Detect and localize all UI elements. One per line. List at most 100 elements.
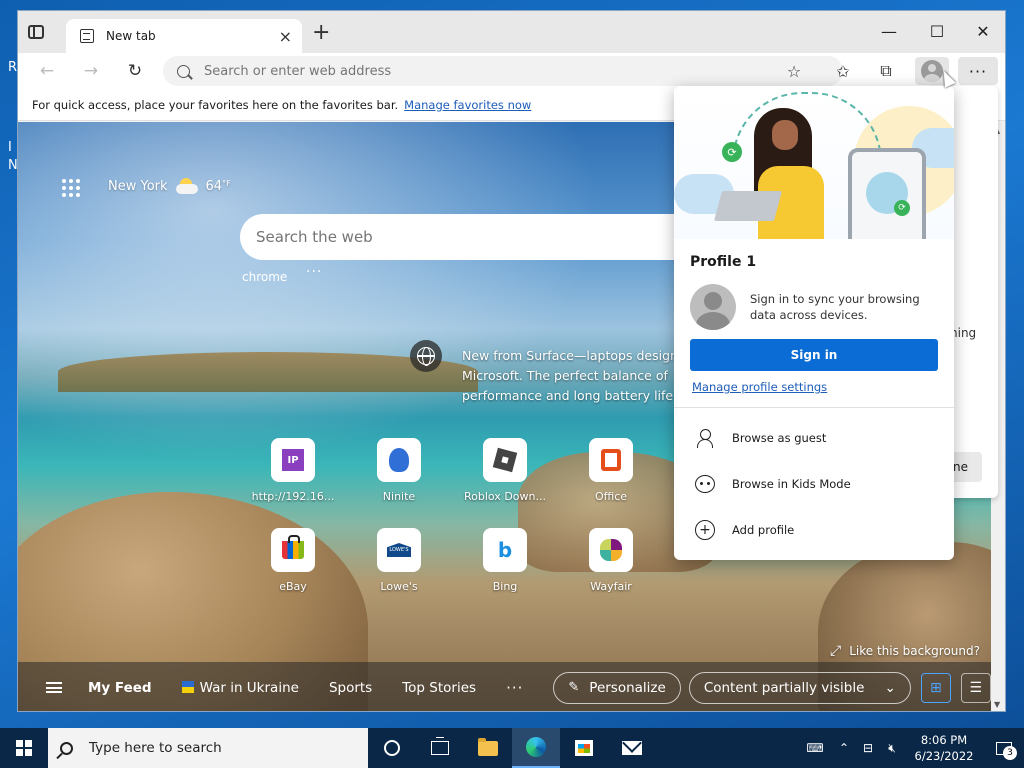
search-icon bbox=[177, 64, 190, 78]
chevron-up-icon[interactable]: ⌃ bbox=[832, 728, 856, 768]
forward-arrow-icon[interactable]: → bbox=[78, 59, 104, 83]
quick-link-tile[interactable]: IP http://192.16... bbox=[248, 438, 338, 503]
promo-text[interactable]: New from Surface—laptops design Microsof… bbox=[462, 346, 677, 406]
sync-icon: ⟳ bbox=[722, 142, 742, 162]
feed-bar: My Feed War in Ukraine Sports Top Storie… bbox=[18, 662, 991, 711]
notification-center-button[interactable]: 3 bbox=[984, 728, 1024, 768]
task-view-icon bbox=[431, 737, 449, 755]
navigation-toolbar: ← → ↻ ☆ ✩ ⧉ ··· bbox=[18, 53, 1005, 89]
ukraine-flag-icon bbox=[181, 680, 194, 693]
ebay-bag-icon bbox=[282, 535, 304, 559]
taskbar-search-placeholder: Type here to search bbox=[89, 740, 222, 756]
notification-count-badge: 3 bbox=[1003, 746, 1017, 760]
pencil-icon: ✎ bbox=[568, 680, 580, 695]
personalize-button[interactable]: ✎ Personalize bbox=[553, 671, 681, 704]
back-arrow-icon[interactable]: ← bbox=[34, 59, 60, 83]
settings-more-icon[interactable]: ··· bbox=[958, 57, 998, 85]
system-tray: ⌨ ⌃ ⊟ 🔇︎ 8:06 PM 6/23/2022 3 bbox=[798, 728, 1024, 768]
quick-link-tile[interactable]: Wayfair bbox=[566, 528, 656, 593]
maximize-button[interactable]: ☐ bbox=[914, 17, 960, 45]
guest-person-icon bbox=[697, 429, 713, 448]
file-explorer-button[interactable] bbox=[464, 728, 512, 768]
desktop-icon-label: R bbox=[8, 60, 18, 75]
weather-widget[interactable]: New York 64°F bbox=[108, 178, 231, 194]
clock-date: 6/23/2022 bbox=[914, 749, 974, 763]
edge-icon bbox=[526, 737, 546, 757]
search-suggestion[interactable]: chrome bbox=[242, 270, 287, 284]
windows-logo-icon bbox=[16, 740, 32, 756]
tab-title: New tab bbox=[106, 29, 156, 43]
mail-envelope-icon bbox=[622, 741, 642, 755]
quick-link-tile[interactable]: Office bbox=[566, 438, 656, 503]
laptop-icon bbox=[713, 191, 783, 221]
sign-in-button[interactable]: Sign in bbox=[690, 339, 938, 371]
quick-link-tile[interactable]: LOWE'S Lowe's bbox=[354, 528, 444, 593]
feed-tab-my-feed[interactable]: My Feed bbox=[88, 680, 152, 696]
more-feeds-icon[interactable]: ··· bbox=[506, 679, 523, 697]
scroll-down-icon[interactable]: ▼ bbox=[994, 700, 1000, 709]
quick-link-tile[interactable]: Ninite bbox=[354, 438, 444, 503]
desktop-icon-label: I bbox=[8, 140, 12, 155]
mail-button[interactable] bbox=[608, 728, 656, 768]
close-tab-icon[interactable]: × bbox=[279, 27, 292, 46]
address-bar[interactable] bbox=[163, 56, 843, 86]
weather-temperature: 64 bbox=[205, 178, 223, 194]
task-view-button[interactable] bbox=[416, 728, 464, 768]
feed-tab-sports[interactable]: Sports bbox=[329, 680, 372, 696]
web-search-input[interactable] bbox=[256, 228, 686, 246]
profile-name: Profile 1 bbox=[690, 254, 757, 270]
hamburger-menu-icon[interactable] bbox=[46, 682, 62, 693]
app-launcher-icon[interactable] bbox=[62, 179, 80, 197]
quick-link-tile[interactable]: b Bing bbox=[460, 528, 550, 593]
collections-icon[interactable]: ⧉ bbox=[873, 59, 899, 83]
sync-description: Sign in to sync your browsing data acros… bbox=[750, 292, 920, 322]
quick-link-tile[interactable]: eBay bbox=[248, 528, 338, 593]
list-view-icon[interactable]: ☰ bbox=[960, 672, 991, 703]
volume-muted-icon[interactable]: 🔇︎ bbox=[880, 728, 904, 768]
roblox-logo-icon bbox=[492, 447, 518, 473]
bing-logo-icon: b bbox=[497, 538, 513, 562]
grid-view-icon[interactable]: ⊞ bbox=[920, 672, 951, 703]
kids-mode-item[interactable]: Browse in Kids Mode bbox=[674, 464, 954, 504]
sync-icon: ⟳ bbox=[894, 200, 910, 216]
globe-icon[interactable] bbox=[410, 340, 442, 372]
feed-tab-war-in-ukraine[interactable]: War in Ukraine bbox=[181, 680, 299, 696]
profile-avatar bbox=[690, 284, 736, 330]
new-tab-favicon-icon bbox=[80, 29, 94, 43]
new-tab-plus-icon[interactable]: + bbox=[312, 22, 330, 44]
like-background-link[interactable]: ⤢ Like this background? bbox=[830, 643, 980, 659]
minimize-button[interactable]: — bbox=[866, 17, 912, 45]
more-options-icon[interactable]: ··· bbox=[306, 264, 322, 280]
profile-popup: ⟳ ⟳ Profile 1 Sign in to sync your brows… bbox=[674, 86, 954, 560]
cortana-button[interactable] bbox=[368, 728, 416, 768]
address-input[interactable] bbox=[204, 63, 764, 79]
quick-link-tile[interactable]: Roblox Down... bbox=[460, 438, 550, 503]
add-profile-item[interactable]: + Add profile bbox=[674, 510, 954, 550]
add-favorite-star-icon[interactable]: ☆ bbox=[781, 59, 807, 83]
office-logo-icon bbox=[601, 449, 621, 471]
favorites-icon[interactable]: ✩ bbox=[830, 59, 856, 83]
favorites-bar-message: For quick access, place your favorites h… bbox=[32, 97, 399, 112]
manage-favorites-link[interactable]: Manage favorites now bbox=[404, 98, 531, 112]
start-button[interactable] bbox=[0, 728, 48, 768]
keyboard-icon[interactable]: ⌨ bbox=[798, 728, 832, 768]
clock[interactable]: 8:06 PM 6/23/2022 bbox=[904, 732, 984, 764]
add-circle-icon: + bbox=[695, 520, 715, 540]
divider bbox=[674, 407, 954, 408]
manage-profile-settings-link[interactable]: Manage profile settings bbox=[692, 380, 827, 394]
store-bag-icon bbox=[575, 740, 593, 756]
web-search-box[interactable] bbox=[240, 214, 710, 260]
tab-actions-icon[interactable] bbox=[28, 25, 44, 39]
content-visibility-dropdown[interactable]: Content partially visible ⌄ bbox=[688, 671, 911, 704]
taskbar-search-box[interactable]: Type here to search bbox=[48, 728, 368, 768]
close-window-button[interactable]: ✕ bbox=[960, 17, 1005, 45]
network-icon[interactable]: ⊟ bbox=[856, 728, 880, 768]
profile-avatar-icon bbox=[921, 60, 943, 82]
store-button[interactable] bbox=[560, 728, 608, 768]
tab-new-tab[interactable]: New tab × bbox=[66, 19, 302, 53]
browse-as-guest-item[interactable]: Browse as guest bbox=[674, 418, 954, 458]
refresh-icon[interactable]: ↻ bbox=[122, 59, 148, 83]
partly-cloudy-icon bbox=[175, 178, 198, 194]
edge-taskbar-button[interactable] bbox=[512, 728, 560, 768]
feed-tab-top-stories[interactable]: Top Stories bbox=[402, 680, 476, 696]
